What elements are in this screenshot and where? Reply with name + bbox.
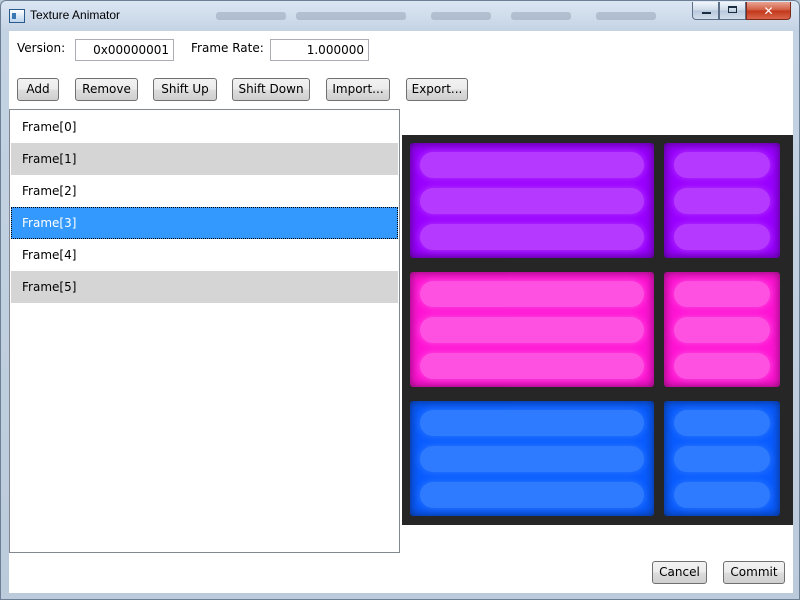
title-bar-background-blur bbox=[216, 12, 286, 20]
texture-animator-window: Texture Animator ✕ Version: 0x00000001 F… bbox=[0, 0, 800, 600]
texture-frame-tile bbox=[664, 143, 780, 258]
minimize-icon bbox=[702, 12, 711, 14]
texture-preview bbox=[402, 135, 793, 525]
app-icon bbox=[9, 9, 25, 23]
texture-frame-tile bbox=[664, 401, 780, 516]
cancel-button[interactable]: Cancel bbox=[652, 561, 707, 584]
shift-down-button[interactable]: Shift Down bbox=[232, 78, 310, 101]
texture-frame-tile bbox=[410, 401, 654, 516]
texture-glow-bar bbox=[420, 281, 644, 307]
import-button[interactable]: Import... bbox=[326, 78, 390, 101]
close-icon: ✕ bbox=[763, 4, 774, 18]
maximize-icon bbox=[728, 6, 737, 13]
maximize-button[interactable] bbox=[719, 2, 746, 20]
title-bar[interactable]: Texture Animator ✕ bbox=[1, 1, 799, 31]
texture-glow-bar bbox=[420, 188, 644, 214]
shift-up-button[interactable]: Shift Up bbox=[153, 78, 217, 101]
texture-frame-tile bbox=[410, 143, 654, 258]
texture-glow-bar bbox=[674, 353, 770, 379]
texture-glow-bar bbox=[420, 224, 644, 250]
close-button[interactable]: ✕ bbox=[746, 2, 791, 20]
texture-glow-bar bbox=[674, 446, 770, 472]
frame-list-item[interactable]: Frame[1] bbox=[11, 143, 398, 175]
title-bar-background-blur bbox=[596, 12, 656, 20]
texture-glow-bar bbox=[420, 317, 644, 343]
frame-rate-label: Frame Rate: bbox=[191, 41, 264, 55]
texture-glow-bar bbox=[674, 482, 770, 508]
texture-glow-bar bbox=[674, 188, 770, 214]
texture-glow-bar bbox=[674, 317, 770, 343]
title-bar-background-blur bbox=[431, 12, 491, 20]
commit-button[interactable]: Commit bbox=[723, 561, 785, 584]
texture-glow-bar bbox=[674, 224, 770, 250]
texture-glow-bar bbox=[674, 152, 770, 178]
texture-glow-bar bbox=[420, 482, 644, 508]
texture-frame-tile bbox=[410, 272, 654, 387]
window-title: Texture Animator bbox=[30, 8, 121, 22]
minimize-button[interactable] bbox=[692, 2, 719, 20]
texture-frame-tile bbox=[664, 272, 780, 387]
title-bar-background-blur bbox=[511, 12, 571, 20]
export-button[interactable]: Export... bbox=[406, 78, 468, 101]
frame-list[interactable]: Frame[0] Frame[1] Frame[2] Frame[3] Frame[4]… bbox=[9, 109, 400, 553]
texture-glow-bar bbox=[674, 410, 770, 436]
remove-button[interactable]: Remove bbox=[75, 78, 138, 101]
frame-list-item[interactable]: Frame[3] bbox=[11, 207, 398, 239]
frame-list-item[interactable]: Frame[5] bbox=[11, 271, 398, 303]
texture-glow-bar bbox=[420, 353, 644, 379]
texture-glow-bar bbox=[420, 446, 644, 472]
frame-list-item[interactable]: Frame[4] bbox=[11, 239, 398, 271]
texture-glow-bar bbox=[420, 152, 644, 178]
version-label: Version: bbox=[17, 41, 66, 55]
version-field[interactable]: 0x00000001 bbox=[75, 39, 174, 61]
frame-list-item[interactable]: Frame[2] bbox=[11, 175, 398, 207]
texture-glow-bar bbox=[674, 281, 770, 307]
texture-glow-bar bbox=[420, 410, 644, 436]
frame-rate-field[interactable]: 1.000000 bbox=[270, 39, 369, 61]
frame-list-item[interactable]: Frame[0] bbox=[11, 111, 398, 143]
title-bar-background-blur bbox=[296, 12, 406, 20]
client-area: Version: 0x00000001 Frame Rate: 1.000000… bbox=[9, 31, 793, 593]
add-button[interactable]: Add bbox=[17, 78, 59, 101]
